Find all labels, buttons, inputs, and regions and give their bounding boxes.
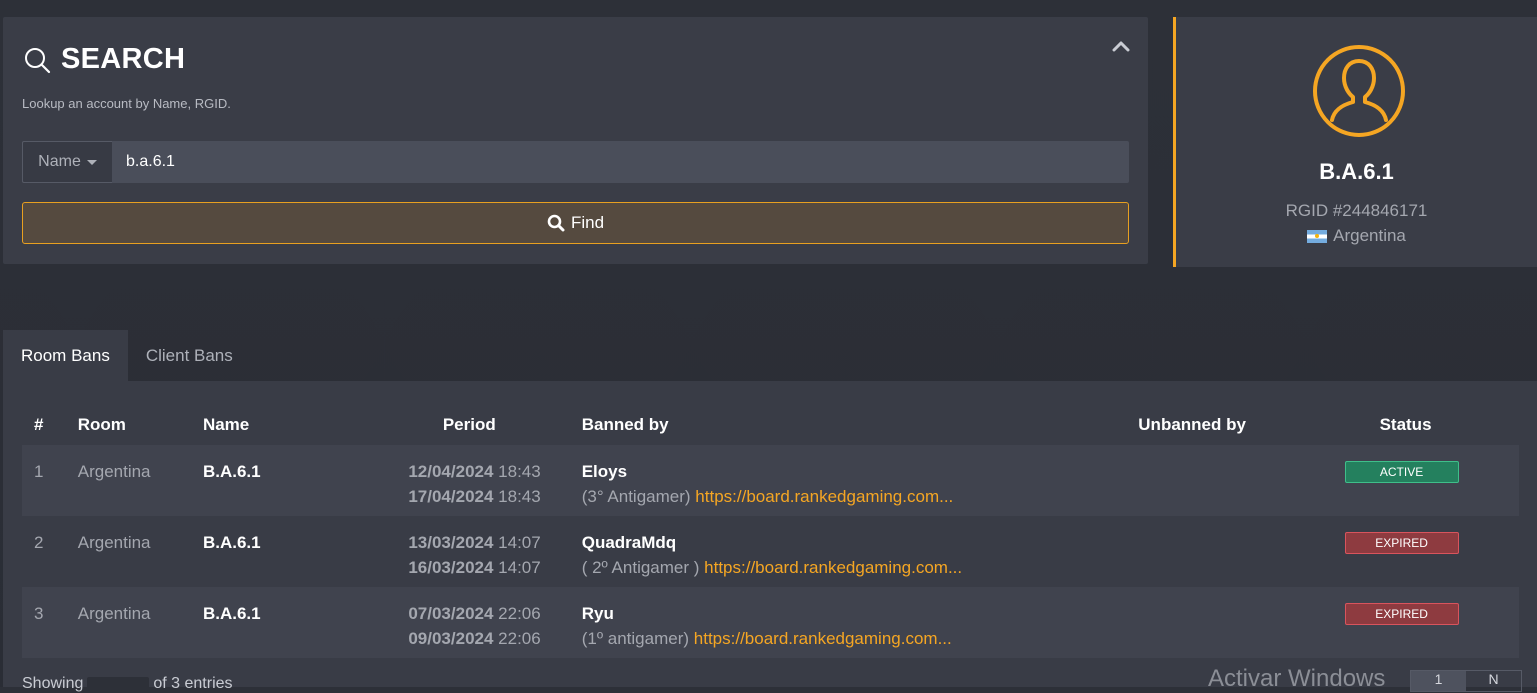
pagination-next[interactable]: N bbox=[1466, 671, 1521, 691]
row-banned-by: Eloys (3° Antigamer) https://board.ranke… bbox=[541, 445, 1054, 509]
period-end-time: 18:43 bbox=[498, 487, 541, 506]
column-header-room[interactable]: Room bbox=[78, 404, 203, 445]
page-size-select[interactable] bbox=[87, 676, 150, 691]
period-start-date: 07/03/2024 bbox=[408, 604, 494, 623]
table-info-suffix: of 3 entries bbox=[153, 675, 233, 692]
row-unbanned-by bbox=[1053, 587, 1329, 601]
row-num: 3 bbox=[34, 604, 44, 623]
profile-rgid: RGID #244846171 bbox=[1285, 201, 1428, 220]
ban-evidence-link[interactable]: https://board.rankedgaming.com... bbox=[695, 487, 953, 506]
row-banned-by: QuadraMdq ( 2º Antigamer ) https://board… bbox=[541, 516, 1054, 580]
search-filter-dropdown[interactable]: Name bbox=[22, 141, 112, 183]
windows-activation-watermark: Activar Windows bbox=[1208, 665, 1386, 692]
status-badge: ACTIVE bbox=[1344, 461, 1459, 483]
ban-evidence-link[interactable]: https://board.rankedgaming.com... bbox=[704, 558, 962, 577]
room-bans-panel: # Room Name Period Banned by Unbanned by… bbox=[3, 381, 1537, 692]
row-room: Argentina bbox=[77, 462, 151, 481]
row-name: B.A.6.1 bbox=[202, 462, 261, 481]
status-badge: EXPIRED bbox=[1344, 603, 1459, 625]
pagination: 1 N bbox=[1410, 670, 1522, 692]
row-name: B.A.6.1 bbox=[202, 533, 261, 552]
row-unbanned-by bbox=[1053, 445, 1329, 459]
chevron-up-icon[interactable] bbox=[1112, 39, 1130, 53]
profile-name: B.A.6.1 bbox=[1319, 159, 1394, 184]
search-input-group: Name bbox=[22, 141, 1129, 183]
banned-by-name[interactable]: QuadraMdq bbox=[582, 530, 1054, 555]
banned-by-name[interactable]: Eloys bbox=[582, 459, 1054, 484]
pagination-page[interactable]: 1 bbox=[1411, 671, 1466, 691]
period-start-date: 13/03/2024 bbox=[408, 533, 494, 552]
caret-down-icon bbox=[86, 159, 97, 165]
row-period: 13/03/2024 14:07 16/03/2024 14:07 bbox=[321, 516, 540, 580]
table-row: 1 Argentina B.A.6.1 12/04/2024 18:43 17/… bbox=[22, 445, 1519, 516]
column-header-name[interactable]: Name bbox=[203, 404, 321, 445]
search-icon bbox=[547, 214, 565, 232]
ban-reason: (1º antigamer) bbox=[581, 629, 690, 648]
period-end-date: 09/03/2024 bbox=[408, 629, 494, 648]
period-start-time: 14:07 bbox=[498, 533, 541, 552]
column-header-period[interactable]: Period bbox=[321, 404, 540, 445]
period-end-date: 17/04/2024 bbox=[408, 487, 494, 506]
ban-tabs: Room Bans Client Bans bbox=[3, 330, 251, 381]
period-start-time: 18:43 bbox=[498, 462, 541, 481]
tab-client-bans[interactable]: Client Bans bbox=[128, 330, 251, 381]
row-period: 12/04/2024 18:43 17/04/2024 18:43 bbox=[321, 445, 540, 509]
row-unbanned-by bbox=[1053, 516, 1329, 530]
find-button[interactable]: Find bbox=[22, 202, 1129, 244]
profile-country: Argentina bbox=[1176, 226, 1537, 246]
ban-reason: (3° Antigamer) bbox=[581, 487, 691, 506]
table-row: 2 Argentina B.A.6.1 13/03/2024 14:07 16/… bbox=[22, 516, 1519, 587]
column-header-status[interactable]: Status bbox=[1330, 404, 1519, 445]
column-header-unbanned-by[interactable]: Unbanned by bbox=[1053, 404, 1329, 445]
ban-evidence-link[interactable]: https://board.rankedgaming.com... bbox=[694, 629, 952, 648]
column-header-banned-by[interactable]: Banned by bbox=[541, 404, 1054, 445]
row-num: 2 bbox=[34, 533, 44, 552]
column-header-num[interactable]: # bbox=[22, 404, 78, 445]
tab-room-bans[interactable]: Room Bans bbox=[3, 330, 128, 381]
user-avatar-icon bbox=[1313, 45, 1405, 137]
search-subtitle: Lookup an account by Name, RGID. bbox=[22, 96, 231, 111]
search-icon bbox=[25, 47, 51, 73]
table-header-row: # Room Name Period Banned by Unbanned by… bbox=[22, 404, 1519, 445]
period-start-time: 22:06 bbox=[498, 604, 541, 623]
search-input[interactable] bbox=[112, 141, 1129, 183]
status-badge: EXPIRED bbox=[1344, 532, 1459, 554]
row-period: 07/03/2024 22:06 09/03/2024 22:06 bbox=[321, 587, 540, 651]
banned-by-name[interactable]: Ryu bbox=[582, 601, 1054, 626]
search-title: SEARCH bbox=[61, 43, 186, 75]
period-start-date: 12/04/2024 bbox=[408, 462, 494, 481]
row-room: Argentina bbox=[77, 533, 151, 552]
period-end-time: 22:06 bbox=[498, 629, 541, 648]
find-button-label: Find bbox=[570, 213, 605, 232]
row-num: 1 bbox=[34, 462, 44, 481]
table-info-prefix: Showing bbox=[22, 675, 84, 692]
period-end-time: 14:07 bbox=[498, 558, 541, 577]
search-filter-label: Name bbox=[38, 153, 81, 170]
profile-card: B.A.6.1 RGID #244846171 Argentina bbox=[1173, 17, 1537, 267]
profile-country-label: Argentina bbox=[1333, 226, 1406, 245]
search-panel: SEARCH Lookup an account by Name, RGID. … bbox=[3, 17, 1148, 264]
argentina-flag-icon bbox=[1307, 229, 1328, 243]
table-row: 3 Argentina B.A.6.1 07/03/2024 22:06 09/… bbox=[22, 587, 1519, 658]
room-bans-table: # Room Name Period Banned by Unbanned by… bbox=[22, 404, 1519, 658]
row-banned-by: Ryu (1º antigamer) https://board.rankedg… bbox=[541, 587, 1054, 651]
search-header: SEARCH bbox=[23, 43, 185, 76]
period-end-date: 16/03/2024 bbox=[408, 558, 494, 577]
ban-reason: ( 2º Antigamer ) bbox=[581, 558, 700, 577]
table-info: Showing of 3 entries bbox=[22, 675, 233, 693]
row-name: B.A.6.1 bbox=[202, 604, 261, 623]
row-room: Argentina bbox=[77, 604, 151, 623]
